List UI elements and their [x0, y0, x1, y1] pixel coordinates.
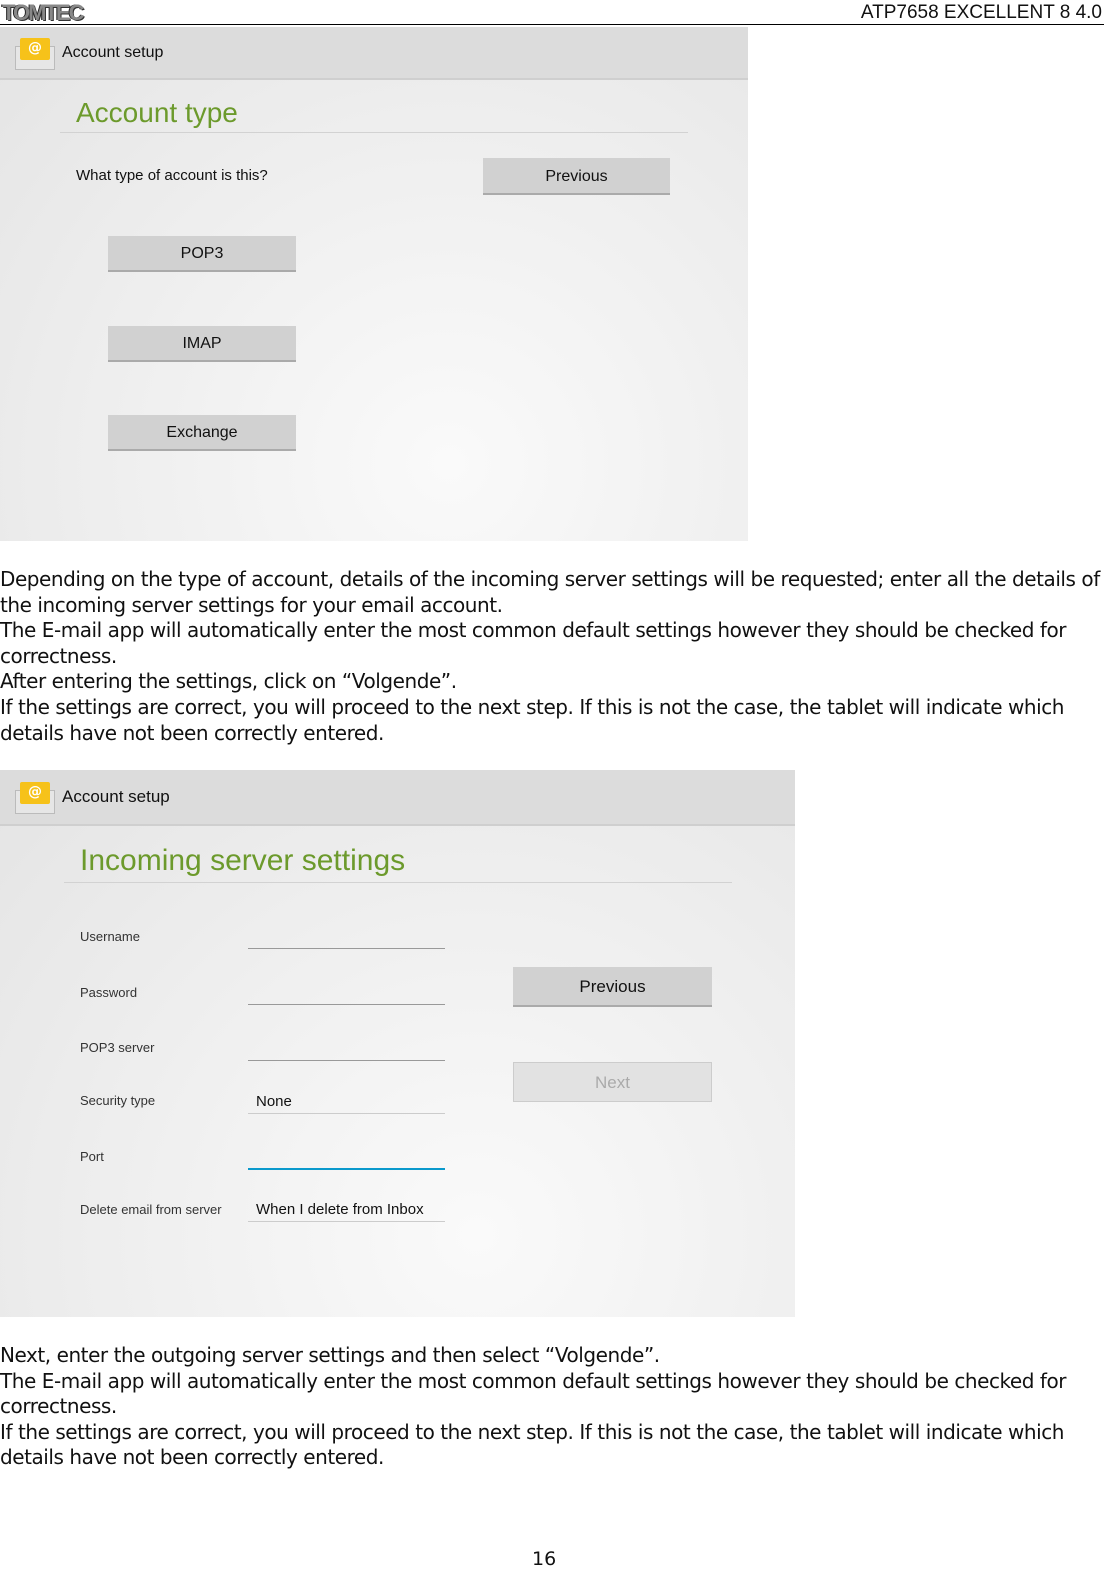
password-label: Password: [80, 985, 138, 1000]
text-line: Next, enter the outgoing server settings…: [0, 1343, 660, 1367]
page-number: 16: [532, 1548, 557, 1570]
username-label: Username: [80, 929, 140, 944]
model-header: ATP7658 EXCELLENT 8 4.0: [860, 2, 1102, 23]
action-bar: @ Account setup: [0, 770, 795, 826]
action-bar-title: Account setup: [62, 787, 170, 806]
heading-divider: [64, 882, 732, 883]
text-line: Depending on the type of account, detail…: [0, 567, 1100, 617]
delete-email-label: Delete email from server: [80, 1202, 222, 1217]
paragraph-incoming: Depending on the type of account, detail…: [0, 567, 1100, 746]
text-line: After entering the settings, click on “V…: [0, 669, 457, 694]
email-app-icon: @: [15, 780, 55, 814]
password-input[interactable]: [248, 983, 445, 1005]
port-label: Port: [80, 1149, 104, 1164]
security-type-select[interactable]: None: [248, 1092, 445, 1114]
security-type-label: Security type: [80, 1093, 156, 1108]
pop3-server-input[interactable]: [248, 1039, 445, 1061]
paragraph-outgoing: Next, enter the outgoing server settings…: [0, 1343, 1100, 1471]
username-input[interactable]: [248, 927, 445, 949]
page-heading: Incoming server settings: [80, 844, 406, 877]
tomtec-logo: TOMTEC: [2, 0, 84, 25]
previous-button[interactable]: Previous: [513, 967, 712, 1007]
previous-button[interactable]: Previous: [483, 158, 670, 195]
action-bar: @ Account setup: [0, 27, 748, 80]
account-type-question: What type of account is this?: [76, 167, 268, 184]
account-type-screenshot: @ Account setup Account type What type o…: [0, 27, 748, 541]
action-bar-title: Account setup: [62, 43, 164, 61]
delete-email-select[interactable]: When I delete from Inbox: [248, 1200, 445, 1222]
pop3-button[interactable]: POP3: [108, 236, 296, 272]
heading-divider: [60, 132, 688, 133]
text-line: The E-mail app will automatically enter …: [0, 1368, 1067, 1419]
header-rule: [0, 24, 1104, 25]
port-input[interactable]: [248, 1148, 445, 1170]
email-app-icon: @: [15, 36, 55, 70]
next-button[interactable]: Next: [513, 1062, 712, 1102]
text-line: The E-mail app will automatically enter …: [0, 618, 1067, 668]
text-line: If the settings are correct, you will pr…: [0, 694, 1064, 745]
imap-button[interactable]: IMAP: [108, 326, 296, 362]
pop3-server-label: POP3 server: [80, 1040, 155, 1055]
text-line: If the settings are correct, you will pr…: [0, 1419, 1064, 1470]
incoming-server-screenshot: @ Account setup Incoming server settings…: [0, 770, 795, 1317]
exchange-button[interactable]: Exchange: [108, 415, 296, 451]
page-heading: Account type: [76, 97, 238, 128]
